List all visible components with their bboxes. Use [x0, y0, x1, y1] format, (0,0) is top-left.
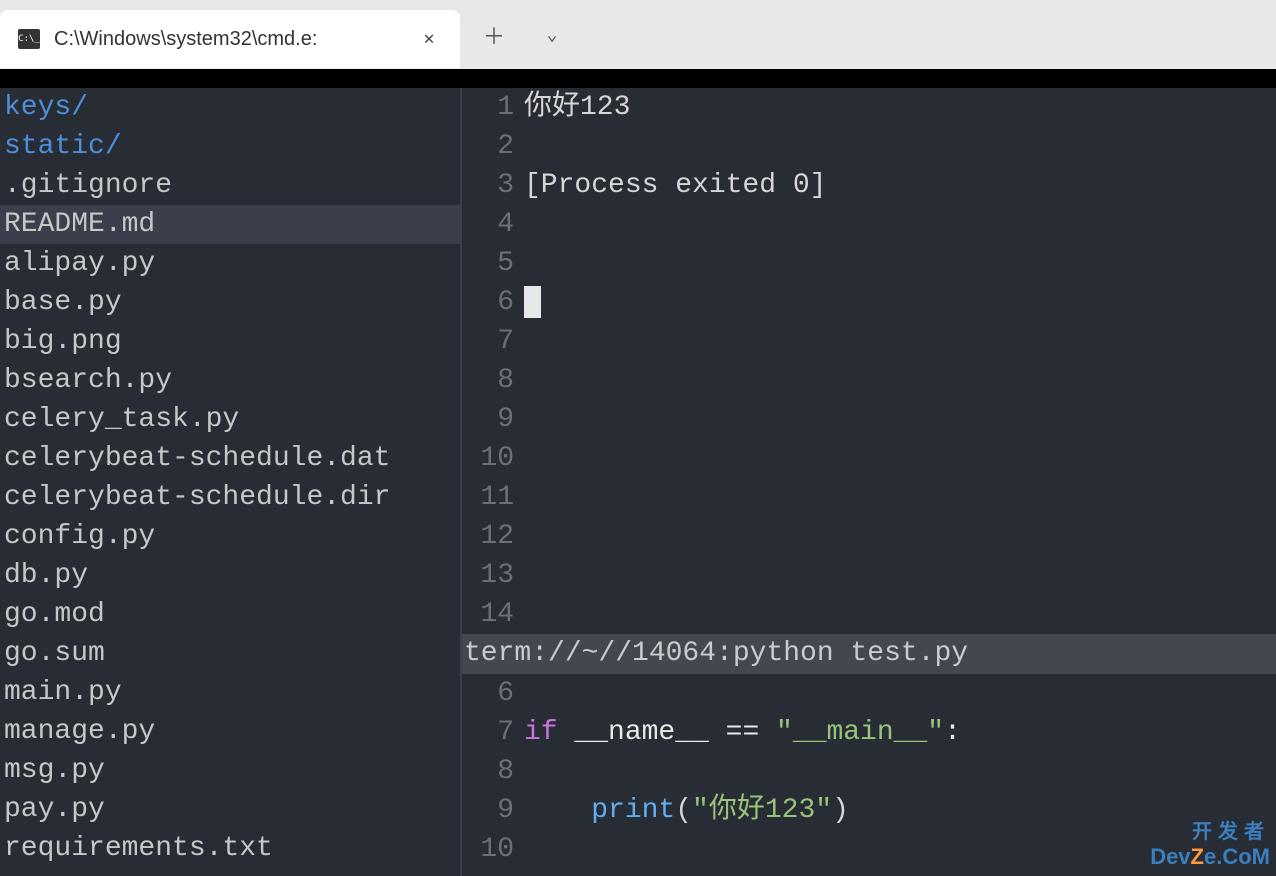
tab-title: C:\Windows\system32\cmd.e:	[54, 28, 410, 51]
line-number: 8	[462, 752, 524, 791]
line-text: print("你好123")	[524, 791, 849, 830]
line-number: 1	[462, 88, 524, 127]
line-text: [Process exited 0]	[524, 166, 826, 205]
terminal-line: 12	[462, 517, 1276, 556]
cursor	[524, 286, 541, 318]
line-number: 10	[462, 439, 524, 478]
file-tree-item[interactable]: keys/	[0, 88, 460, 127]
file-tree-item[interactable]: .gitignore	[0, 166, 460, 205]
editor-pane[interactable]: 67if __name__ == "__main__":89 print("你好…	[462, 674, 1276, 869]
terminal-line: 5	[462, 244, 1276, 283]
line-number: 11	[462, 478, 524, 517]
line-number: 4	[462, 205, 524, 244]
file-tree-item[interactable]: requirements.txt	[0, 829, 460, 868]
terminal-pane[interactable]: 1你好12323[Process exited 0]45678910111213…	[462, 88, 1276, 674]
file-tree-item[interactable]: celery_task.py	[0, 400, 460, 439]
tab-dropdown-button[interactable]: ⌄	[526, 9, 578, 61]
line-number: 9	[462, 791, 524, 830]
line-number: 13	[462, 556, 524, 595]
file-tree-item[interactable]: base.py	[0, 283, 460, 322]
new-tab-button[interactable]: ＋	[468, 9, 520, 61]
terminal-line: 8	[462, 361, 1276, 400]
file-tree-item[interactable]: go.sum	[0, 634, 460, 673]
window-titlebar: C:\Windows\system32\cmd.e: ✕ ＋ ⌄	[0, 0, 1276, 70]
terminal-line: 14	[462, 595, 1276, 634]
tab-actions: ＋ ⌄	[460, 0, 578, 69]
editor-column: 1你好12323[Process exited 0]45678910111213…	[462, 88, 1276, 876]
terminal-line: 13	[462, 556, 1276, 595]
code-line: 9 print("你好123")	[462, 791, 1276, 830]
line-number: 2	[462, 127, 524, 166]
terminal-line: 9	[462, 400, 1276, 439]
terminal-line: 2	[462, 127, 1276, 166]
line-number: 3	[462, 166, 524, 205]
divider	[0, 70, 1276, 88]
file-tree-item[interactable]: alipay.py	[0, 244, 460, 283]
line-number: 9	[462, 400, 524, 439]
file-tree-item[interactable]: go.mod	[0, 595, 460, 634]
file-tree-item[interactable]: main.py	[0, 673, 460, 712]
line-text: if __name__ == "__main__":	[524, 713, 961, 752]
terminal-line: 3[Process exited 0]	[462, 166, 1276, 205]
file-tree-item[interactable]: pay.py	[0, 790, 460, 829]
code-line: 7if __name__ == "__main__":	[462, 713, 1276, 752]
terminal-line: 11	[462, 478, 1276, 517]
file-tree-item[interactable]: bsearch.py	[0, 361, 460, 400]
file-tree-item[interactable]: big.png	[0, 322, 460, 361]
tab-cmd[interactable]: C:\Windows\system32\cmd.e: ✕	[0, 10, 460, 68]
main-area: keys/static/.gitignoreREADME.mdalipay.py…	[0, 88, 1276, 876]
code-line: 6	[462, 674, 1276, 713]
line-number: 10	[462, 830, 524, 869]
close-icon[interactable]: ✕	[410, 20, 448, 58]
terminal-line: 10	[462, 439, 1276, 478]
terminal-line: 6	[462, 283, 1276, 322]
file-tree-item[interactable]: static/	[0, 127, 460, 166]
line-number: 8	[462, 361, 524, 400]
cmd-icon	[18, 29, 40, 49]
line-number: 12	[462, 517, 524, 556]
file-tree-item[interactable]: celerybeat-schedule.dir	[0, 478, 460, 517]
line-number: 6	[462, 283, 524, 322]
file-tree-item[interactable]: msg.py	[0, 751, 460, 790]
line-number: 7	[462, 322, 524, 361]
line-text: 你好123	[524, 88, 630, 127]
line-number: 14	[462, 595, 524, 634]
line-number: 5	[462, 244, 524, 283]
file-tree-item[interactable]: db.py	[0, 556, 460, 595]
line-number: 6	[462, 674, 524, 713]
file-tree-item[interactable]: README.md	[0, 205, 460, 244]
line-number: 7	[462, 713, 524, 752]
file-tree-item[interactable]: manage.py	[0, 712, 460, 751]
file-tree-item[interactable]: celerybeat-schedule.dat	[0, 439, 460, 478]
terminal-line: 7	[462, 322, 1276, 361]
terminal-statusline: term://~//14064:python test.py	[462, 634, 1276, 674]
code-line: 10	[462, 830, 1276, 869]
file-tree[interactable]: keys/static/.gitignoreREADME.mdalipay.py…	[0, 88, 462, 876]
code-line: 8	[462, 752, 1276, 791]
terminal-line: 4	[462, 205, 1276, 244]
file-tree-item[interactable]: config.py	[0, 517, 460, 556]
terminal-line: 1你好123	[462, 88, 1276, 127]
line-text	[524, 283, 541, 322]
